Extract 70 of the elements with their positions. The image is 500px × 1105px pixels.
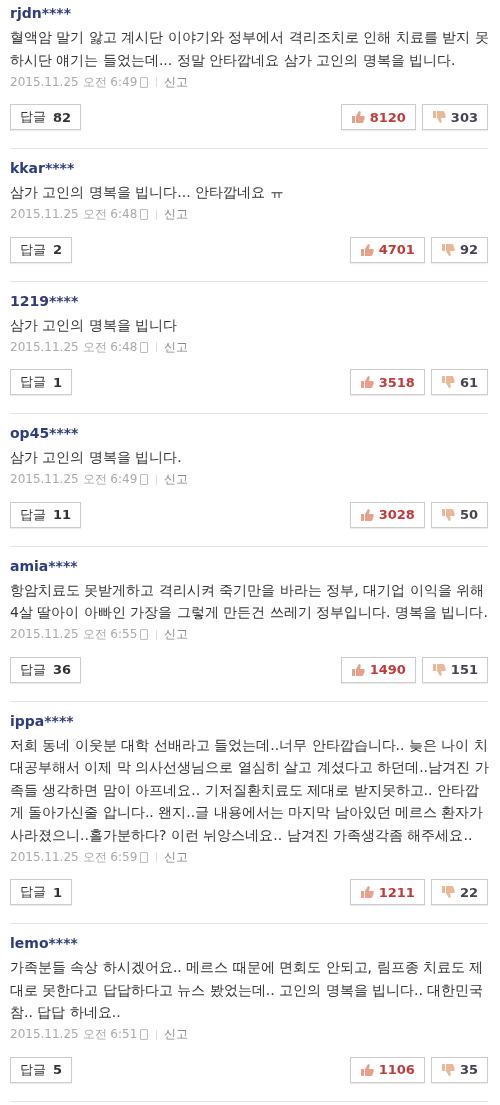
reply-button[interactable]: 답글 1	[10, 369, 73, 395]
comment-date: 2015.11.25 오전 6:49	[10, 471, 138, 488]
reply-button[interactable]: 답글 5	[10, 1056, 73, 1083]
dislike-button[interactable]: 35	[430, 1056, 488, 1083]
thumbs-up-icon	[350, 662, 365, 677]
thumbs-down-icon	[440, 375, 455, 389]
thumbs-down-icon	[431, 662, 446, 677]
dislike-button[interactable]: 151	[421, 656, 488, 683]
report-link[interactable]: 신고	[164, 73, 189, 91]
comment-date: 2015.11.25 오전 6:51	[10, 1026, 138, 1043]
report-link[interactable]: 신고	[164, 206, 189, 223]
comment-text: 항암치료도 못받게하고 격리시켜 죽기만을 바라는 정부, 대기업 이익을 위해 4살 딸아이 아빠인 가장을 그렇게 만든건 쓰레기 정부입니다. 명복을 빕니다.	[10, 580, 489, 622]
like-button[interactable]: 3518	[349, 369, 425, 395]
phone-icon	[140, 209, 149, 220]
reply-button[interactable]: 답글 11	[10, 501, 82, 528]
like-button[interactable]: 1106	[349, 1056, 425, 1083]
comment-text: 삼가 고인의 명복을 빕니다	[10, 315, 179, 335]
user-name[interactable]: ippa****	[10, 709, 488, 732]
phone-icon	[140, 851, 149, 863]
thumbs-down-icon	[431, 110, 446, 124]
thumbs-down-icon	[440, 242, 455, 257]
like-button[interactable]: 8120	[340, 104, 416, 130]
thumbs-up-icon	[359, 507, 374, 522]
like-button[interactable]: 4701	[349, 236, 425, 263]
reply-button[interactable]: 답글 36	[10, 656, 82, 683]
user-name[interactable]: amia****	[10, 554, 488, 577]
comment-date: 2015.11.25 오전 6:59	[10, 848, 138, 866]
comment-text: 가족분들 속상 하시겠어요.. 메르스 때문에 면회도 안되고, 림프종 치료도 제대로 못한다고 답답하다고 뉴스 봤었는데.. 고인의 명복을 빕니다.. 대한민국 참.. 답답 하네요..	[10, 958, 485, 1022]
user-name[interactable]: kkar****	[10, 157, 488, 179]
like-button[interactable]: 3028	[349, 501, 425, 528]
report-link[interactable]: 신고	[164, 471, 189, 488]
report-link[interactable]: 신고	[164, 1026, 189, 1043]
reply-button[interactable]: 답글 1	[10, 879, 73, 905]
phone-icon	[140, 341, 149, 353]
comment-text: 혈액암 말기 앓고 계시단 이야기와 정부에서 격리조치로 인해 치료를 받지 못하시단 얘기는 들었는데... 정말 안타깝네요 삼가 고인의 명복을 빕니다.	[10, 28, 490, 70]
thumbs-up-icon	[359, 1062, 374, 1077]
thumbs-up-icon	[350, 110, 365, 124]
dislike-button[interactable]: 303	[421, 104, 488, 130]
phone-icon	[140, 1029, 149, 1040]
thumbs-down-icon	[440, 1062, 455, 1077]
comment-date: 2015.11.25 오전 6:48	[10, 206, 138, 223]
dislike-button[interactable]: 61	[430, 369, 488, 395]
thumbs-up-icon	[359, 885, 374, 899]
report-link[interactable]: 신고	[164, 338, 189, 356]
comment-text: 삼가 고인의 명복을 빕니다... 안타깝네요 ㅠ	[10, 183, 285, 202]
comment-text: 삼가 고인의 명복을 빕니다.	[10, 448, 183, 467]
user-name[interactable]: rjdn****	[10, 2, 488, 24]
thumbs-down-icon	[440, 507, 455, 522]
reply-button[interactable]: 답글 2	[10, 236, 73, 263]
dislike-button[interactable]: 50	[430, 501, 488, 528]
comment-date: 2015.11.25 오전 6:48	[10, 338, 138, 356]
comment-date: 2015.11.25 오전 6:49	[10, 73, 138, 91]
comment-date: 2015.11.25 오전 6:55	[10, 626, 138, 643]
thumbs-down-icon	[440, 885, 455, 899]
phone-icon	[140, 474, 149, 485]
phone-icon	[140, 76, 149, 88]
user-name[interactable]: lemo****	[10, 932, 488, 954]
user-name[interactable]: op45****	[10, 422, 488, 444]
comment-text: 저희 동네 이웃분 대학 선배라고 들었는데..너무 안타깝습니다.. 늦은 나이 치대공부해서 이제 막 의사선생님으로 열심히 살고 계셨다고 하던데..남겨진 가족들 생각하면 맘이 아프네요.. 기저질환치료도 제대로 받지못하고.. 안타깝게 돌아가신줄 압니다.. 왠지..글 내용에서는 마지막 남아있던 메르스 환자가 사라졌으니..홀가분하다? 이런 뉘앙스네요.. 남겨진 가족생각좀 해주세요..	[10, 735, 490, 845]
user-name[interactable]: 1219****	[10, 289, 488, 312]
report-link[interactable]: 신고	[164, 848, 189, 866]
thumbs-up-icon	[359, 375, 374, 389]
like-button[interactable]: 1211	[349, 879, 425, 905]
reply-button[interactable]: 답글 82	[10, 104, 82, 130]
report-link[interactable]: 신고	[164, 626, 189, 643]
like-button[interactable]: 1490	[340, 656, 416, 683]
dislike-button[interactable]: 22	[430, 879, 488, 905]
phone-icon	[140, 629, 149, 640]
dislike-button[interactable]: 92	[430, 236, 488, 263]
thumbs-up-icon	[359, 242, 374, 257]
